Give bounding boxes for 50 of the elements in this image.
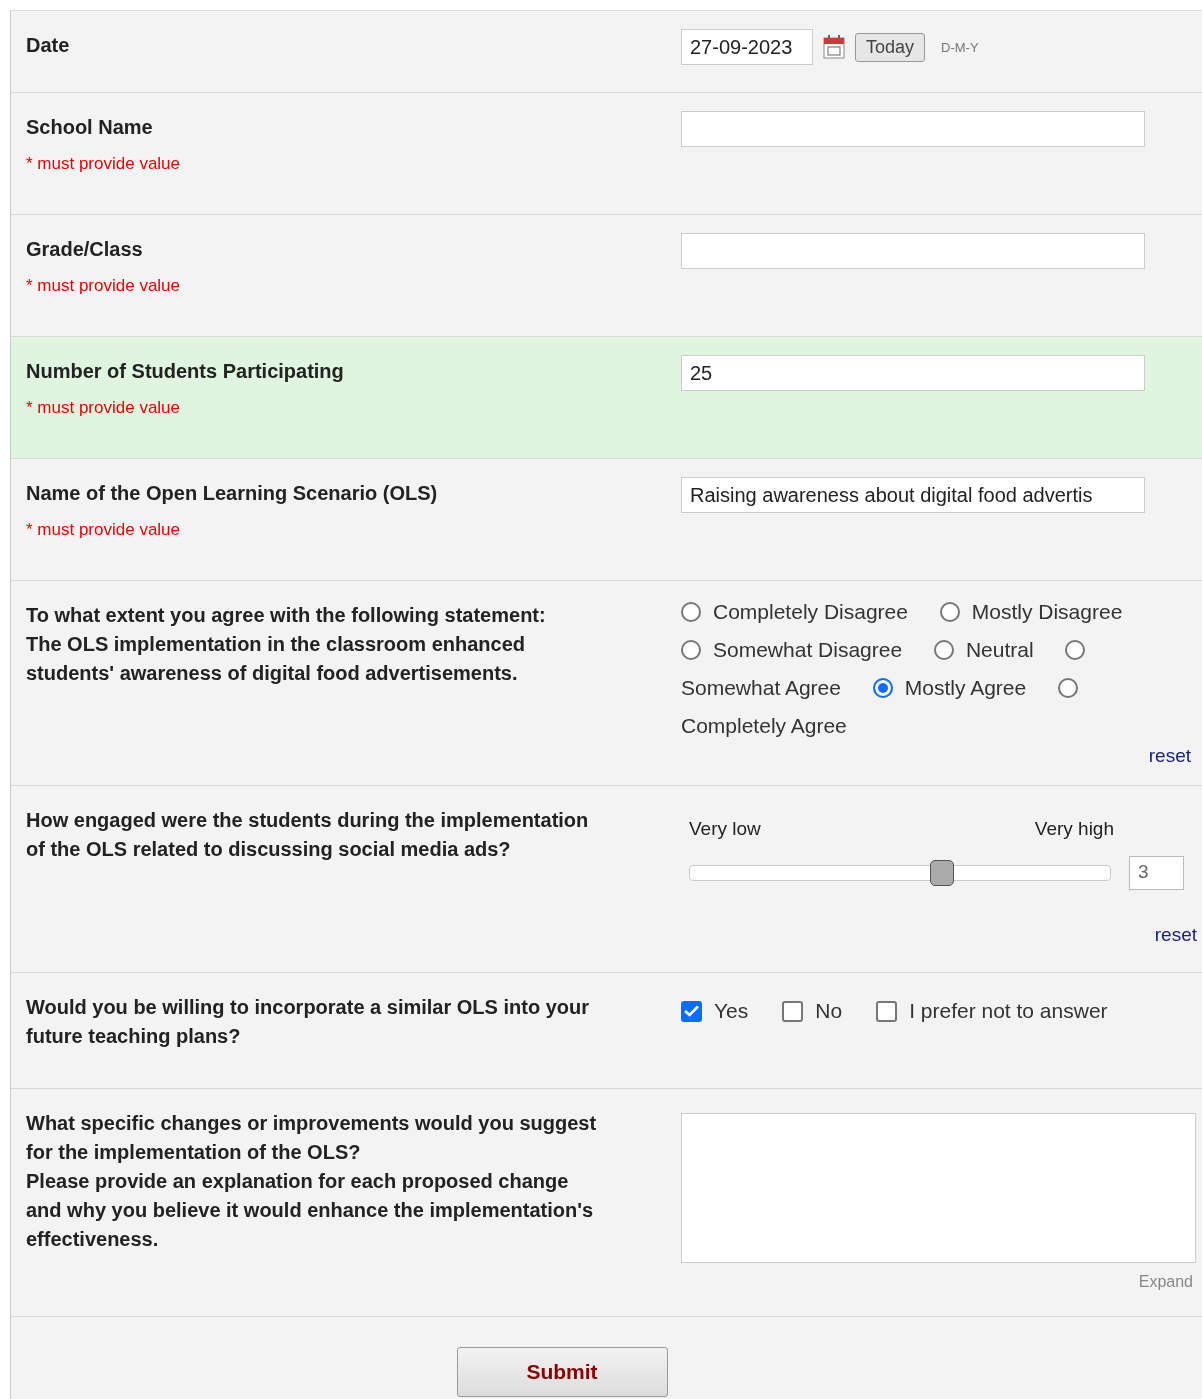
option-label: Mostly Agree (904, 676, 1027, 699)
question-label: Name of the Open Learning Scenario (OLS) (26, 481, 439, 506)
option-label: Completely Agree (681, 714, 847, 737)
text-field[interactable] (681, 233, 1145, 269)
scale-max-label: Very high (1034, 818, 1114, 840)
required-note: * must provide value (26, 520, 182, 540)
option-label: Yes (714, 999, 749, 1023)
radio-button[interactable] (872, 678, 893, 698)
checkbox[interactable] (681, 1000, 702, 1022)
date-format-hint: D-M-Y (941, 39, 979, 55)
submit-button[interactable]: Submit (456, 1347, 668, 1397)
slider-thumb[interactable] (930, 860, 955, 886)
reset-link[interactable]: reset (1148, 745, 1191, 767)
text-field[interactable]: 25 (681, 355, 1145, 391)
question-label: Number of Students Participating (26, 359, 345, 384)
slider-value-field[interactable]: 3 (1129, 856, 1184, 890)
required-note: * must provide value (26, 276, 182, 296)
radio-button[interactable] (939, 602, 960, 622)
option-label: Somewhat Disagree (713, 638, 903, 661)
radio-button[interactable] (1065, 640, 1086, 660)
question-label: What specific changes or improvements would you suggest for the implementation of the OLS? Please provide an explanation for each proposed change and why you believe it would enhance the implementation's effectiveness. (26, 1111, 598, 1252)
text-field[interactable] (681, 111, 1145, 147)
question-label: How engaged were the students during the implementation of the OLS related to discussing social media ads? (26, 808, 590, 862)
scale-min-label: Very low (689, 818, 761, 840)
question-label: Date (26, 33, 71, 58)
reset-link[interactable]: reset (1154, 924, 1197, 946)
radio-button[interactable] (681, 640, 701, 660)
option-label: No (815, 999, 843, 1023)
calendar-icon[interactable] (823, 35, 845, 59)
text-field[interactable]: Raising awareness about digital food advertis (681, 477, 1145, 513)
required-note: * must provide value (26, 398, 182, 418)
required-note: * must provide value (26, 154, 182, 174)
question-label: Would you be willing to incorporate a similar OLS into your future teaching plans? (26, 995, 590, 1049)
checkbox[interactable] (876, 1000, 898, 1022)
checkmark-icon (684, 1005, 699, 1017)
option-label: Mostly Disagree (971, 600, 1123, 623)
question-label: School Name (26, 115, 154, 140)
radio-button[interactable] (681, 602, 701, 622)
option-label: I prefer not to answer (909, 999, 1108, 1023)
checkbox[interactable] (782, 1000, 804, 1022)
date-field[interactable]: 27-09-2023 (681, 29, 813, 65)
radio-button[interactable] (933, 640, 954, 660)
option-label: Neutral (965, 638, 1034, 661)
today-button[interactable]: Today (855, 32, 926, 62)
slider-track[interactable] (689, 860, 1111, 886)
option-label: Completely Disagree (713, 600, 908, 623)
question-label: Grade/Class (26, 237, 144, 262)
radio-button[interactable] (1058, 678, 1078, 698)
question-label: To what extent you agree with the following statement: The OLS implementation in the classroom enhanced students' awareness of digital food advertisements. (26, 603, 547, 686)
option-label: Somewhat Agree (681, 676, 841, 699)
